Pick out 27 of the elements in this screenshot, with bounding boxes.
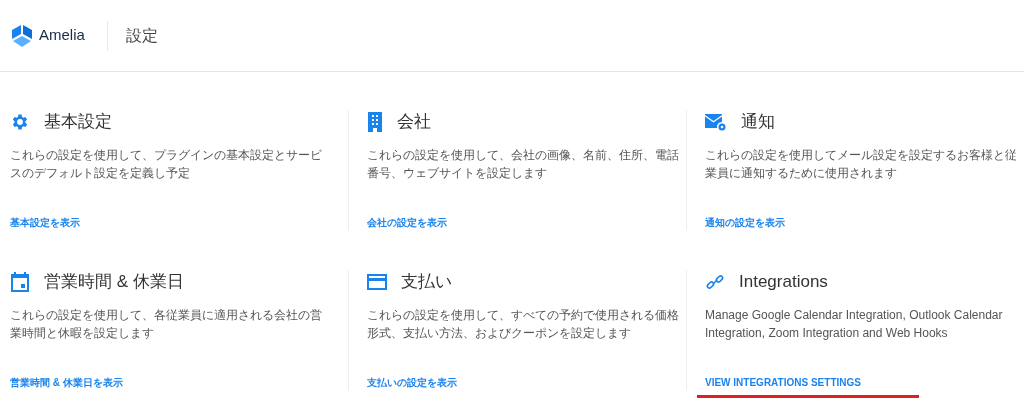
view-settings-link[interactable]: 基本設定を表示 <box>10 215 80 230</box>
card-title: Integrations <box>739 271 828 294</box>
card-description: これらの設定を使用して、すべての予約で使用される価格形式、支払い方法、およびクーポンを設定します <box>367 307 680 342</box>
page-title: 設定 <box>125 25 158 46</box>
view-settings-link[interactable]: 会社の設定を表示 <box>367 215 447 230</box>
mail-gear-icon <box>705 113 727 131</box>
logo-icon <box>11 24 33 47</box>
card-title: 通知 <box>741 111 775 134</box>
credit-card-icon <box>367 274 387 290</box>
card-title: 会社 <box>397 111 431 134</box>
card-description: これらの設定を使用して、会社の画像、名前、住所、電話番号、ウェブサイトを設定します <box>367 147 680 182</box>
view-settings-link[interactable]: 営業時間 & 休業日を表示 <box>10 375 123 390</box>
view-settings-link[interactable]: VIEW INTEGRATIONS SETTINGS <box>697 375 919 398</box>
brand-name: Amelia <box>39 25 85 46</box>
card-description: これらの設定を使用して、各従業員に適用される会社の営業時間と休暇を設定します <box>10 307 323 342</box>
card-title: 営業時間 & 休業日 <box>44 271 184 294</box>
view-settings-link[interactable]: 支払いの設定を表示 <box>367 375 457 390</box>
calendar-icon <box>10 272 30 292</box>
card-description: Manage Google Calendar Integration, Outlook Calendar Integration, Zoom Integration and Web Hooks <box>705 307 1004 342</box>
chain-link-icon <box>705 272 725 292</box>
building-icon <box>367 112 383 132</box>
card-title: 基本設定 <box>44 111 112 134</box>
view-settings-link[interactable]: 通知の設定を表示 <box>705 215 785 230</box>
gear-icon <box>10 112 30 132</box>
card-title: 支払い <box>401 271 452 294</box>
card-description: これらの設定を使用してメール設定を設定するお客様と従業員に通知するために使用されます <box>705 147 1018 182</box>
card-description: これらの設定を使用して、プラグインの基本設定とサービスのデフォルト設定を定義し予定 <box>10 147 323 182</box>
